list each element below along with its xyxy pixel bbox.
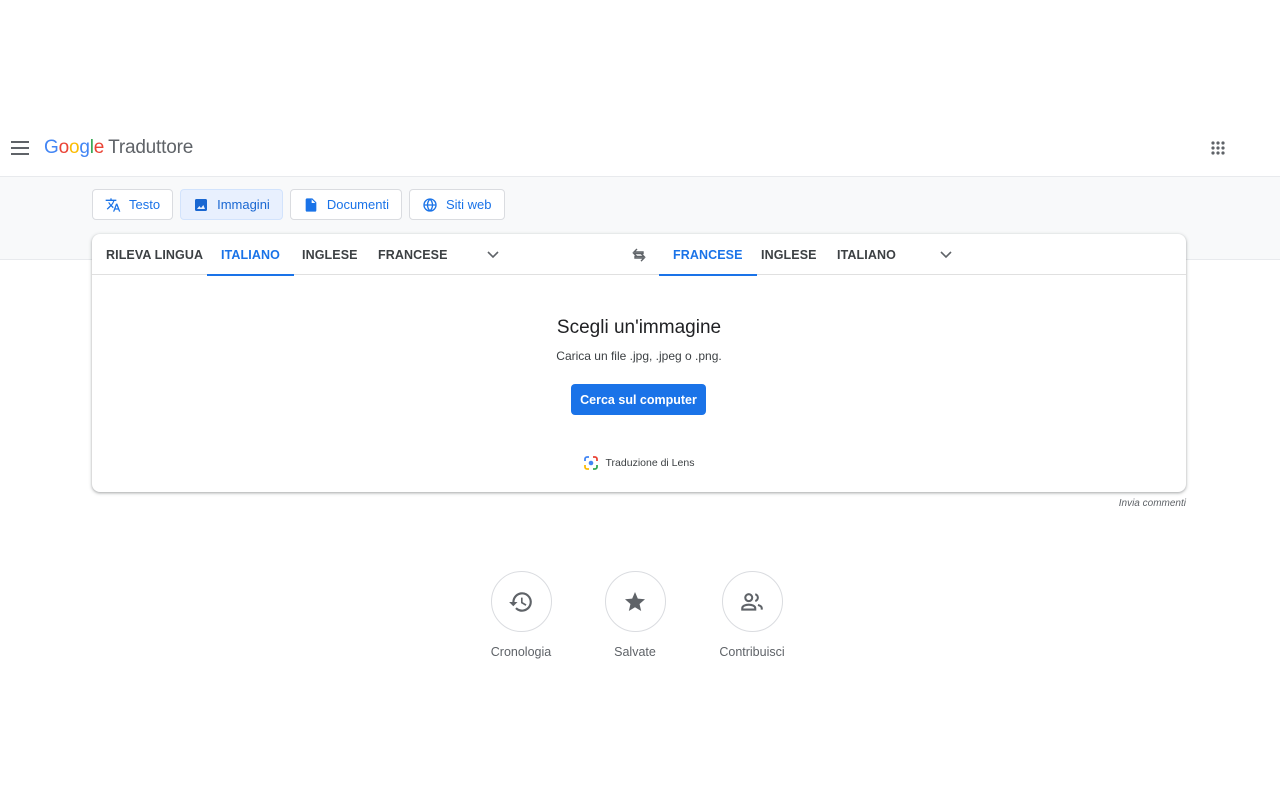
- mode-label: Documenti: [326, 197, 389, 212]
- lens-translation-link[interactable]: Traduzione di Lens: [92, 456, 1186, 470]
- browse-computer-button[interactable]: Cerca sul computer: [571, 384, 706, 415]
- mode-text-button[interactable]: Testo: [92, 189, 174, 220]
- mode-label: Immagini: [217, 197, 270, 212]
- google-apps-button[interactable]: [1206, 136, 1230, 160]
- saved-shortcut[interactable]: Salvate: [590, 571, 680, 659]
- mode-websites-button[interactable]: Siti web: [408, 189, 505, 220]
- google-translate-logo[interactable]: Google Traduttore: [44, 137, 193, 159]
- product-name: Traduttore: [108, 137, 194, 158]
- image-icon: [195, 198, 208, 211]
- contribute-circle: [721, 571, 783, 632]
- shortcut-label: Salvate: [614, 645, 656, 659]
- hamburger-menu-icon: [11, 141, 29, 155]
- shortcut-label: Contribuisci: [719, 645, 785, 659]
- logo-letter: o: [58, 137, 70, 158]
- mode-documents-button[interactable]: Documenti: [289, 189, 402, 220]
- chevron-down-icon: [940, 251, 952, 259]
- saved-circle: [604, 571, 666, 632]
- swap-languages-button[interactable]: [627, 243, 651, 267]
- target-lang-more-button[interactable]: [934, 243, 958, 267]
- image-drop-zone[interactable]: Scegli un'immagine Carica un file .jpg, …: [92, 276, 1186, 492]
- star-icon: [625, 591, 645, 611]
- language-bar: RILEVA LINGUA ITALIANO INGLESE FRANCESE …: [92, 234, 1186, 276]
- mode-label: Siti web: [445, 197, 492, 212]
- source-lang-detect[interactable]: RILEVA LINGUA: [92, 234, 217, 275]
- history-shortcut[interactable]: Cronologia: [476, 571, 566, 659]
- logo-letter: e: [93, 137, 105, 158]
- logo-letter: G: [44, 137, 59, 158]
- apps-grid-icon: [1211, 141, 1225, 155]
- shortcut-label: Cronologia: [490, 645, 552, 659]
- document-icon: [305, 197, 317, 212]
- history-circle: [490, 571, 552, 632]
- google-wordmark: Google: [44, 137, 104, 159]
- main-menu-button[interactable]: [8, 136, 32, 160]
- globe-icon: [423, 197, 437, 212]
- mode-label: Testo: [129, 197, 161, 212]
- source-lang-italian[interactable]: ITALIANO: [207, 234, 294, 276]
- logo-letter: o: [68, 137, 80, 158]
- source-lang-english[interactable]: INGLESE: [288, 234, 372, 275]
- source-lang-french[interactable]: FRANCESE: [364, 234, 462, 275]
- history-icon: [509, 591, 532, 612]
- contribute-shortcut[interactable]: Contribuisci: [707, 571, 797, 659]
- translation-card: RILEVA LINGUA ITALIANO INGLESE FRANCESE …: [92, 234, 1186, 492]
- translate-icon: [105, 197, 121, 212]
- lens-label: Traduzione di Lens: [605, 457, 695, 469]
- logo-letter: g: [79, 137, 90, 158]
- google-lens-icon: [583, 456, 598, 470]
- source-lang-more-button[interactable]: [481, 243, 505, 267]
- send-feedback-link[interactable]: Invia commenti: [1119, 498, 1186, 509]
- target-lang-english[interactable]: INGLESE: [747, 234, 831, 275]
- target-lang-italian[interactable]: ITALIANO: [823, 234, 910, 275]
- mode-selector: Testo Immagini Documenti Siti web: [92, 189, 505, 220]
- people-icon: [741, 592, 763, 611]
- drop-title: Scegli un'immagine: [556, 317, 722, 338]
- drop-subtitle: Carica un file .jpg, .jpeg o .png.: [556, 349, 722, 363]
- top-bar: Google Traduttore: [0, 124, 1280, 176]
- chevron-down-icon: [487, 251, 499, 259]
- mode-images-button[interactable]: Immagini: [180, 189, 283, 220]
- target-lang-french[interactable]: FRANCESE: [659, 234, 757, 276]
- swap-arrows-icon: [632, 248, 646, 262]
